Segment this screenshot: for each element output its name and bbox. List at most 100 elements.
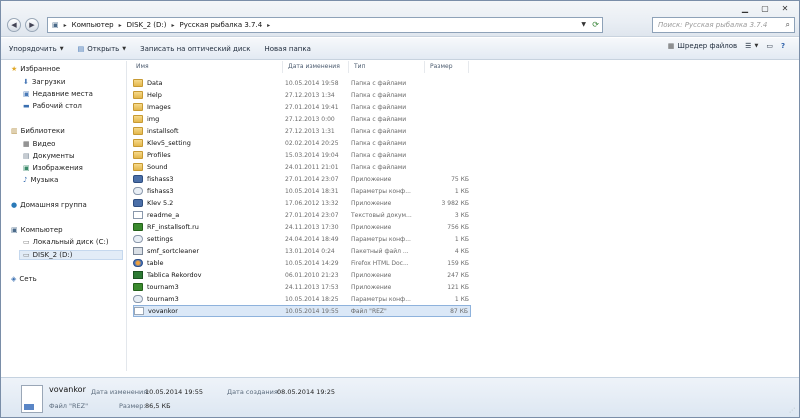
table-row[interactable]: Data 10.05.2014 19:58 Папка с файлами [133,77,471,89]
file-date: 10.05.2014 18:25 [285,295,339,303]
open-button[interactable]: ▤ Открыть ▼ [78,45,126,53]
table-row[interactable]: Klev 5.2 17.06.2012 13:32 Приложение 3 982 … [133,197,471,209]
breadcrumb-disk[interactable]: DISK_2 (D:) [127,21,167,29]
table-row[interactable]: installsoft 27.12.2013 1:31 Папка с файлам… [133,125,471,137]
table-row[interactable]: smf_sortcleaner 13.01.2014 0:24 Пакетный ф… [133,245,471,257]
preview-pane-button[interactable]: ▭ [766,42,773,50]
file-name-cell: tournam3 [133,295,285,303]
minimize-icon[interactable]: ▁ [735,1,755,15]
nav-libraries[interactable]: ▥ Библиотеки [11,127,65,135]
breadcrumb-computer[interactable]: Компьютер [72,21,114,29]
file-size: 3 982 КБ [441,199,469,207]
search-input[interactable]: Поиск: Русская рыбалка 3.7.4 ⌕ [652,17,795,33]
table-row[interactable]: Images 27.01.2014 19:41 Папка с файлами [133,101,471,113]
table-row[interactable]: img 27.12.2013 0:00 Папка с файлами [133,113,471,125]
column-header-date[interactable]: Дата изменения [283,61,349,73]
nav-favorites[interactable]: ★ Избранное [11,65,60,73]
file-icon [133,295,143,303]
help-icon: ? [780,42,785,50]
details-size-value: 86,5 КБ [145,402,171,410]
table-row[interactable]: table 10.05.2014 14:29 Firefox HTML Doc...… [133,257,471,269]
documents-icon: ▤ [23,152,30,160]
nav-computer[interactable]: ▣ Компьютер [11,226,63,234]
address-bar[interactable]: ▣ ▸ Компьютер ▸ DISK_2 (D:) ▸ Русская ры… [47,17,603,33]
details-size-label: Размер: [119,402,146,410]
nav-item-video[interactable]: ▦ Видео [23,140,55,148]
table-row[interactable]: Klev5_setting 02.02.2014 20:25 Папка с фай… [133,137,471,149]
maximize-icon[interactable]: ▢ [755,1,775,15]
address-dropdown-icon[interactable]: ▼ [581,21,586,28]
details-created-value: 08.05.2014 19:25 [277,388,336,396]
burn-button[interactable]: Записать на оптический диск [140,45,250,53]
network-icon: ◈ [11,275,17,283]
file-name-cell: Klev5_setting [133,139,285,147]
breadcrumb-folder[interactable]: Русская рыбалка 3.7.4 [180,21,263,29]
file-icon [133,235,143,243]
table-row[interactable]: settings 24.04.2014 18:49 Параметры конф..… [133,233,471,245]
nav-item-label: Недавние места [32,90,93,98]
organize-button[interactable]: Упорядочить ▼ [9,45,64,53]
forward-button[interactable]: ▶ [25,18,39,32]
organize-label: Упорядочить [9,44,57,53]
nav-item-downloads[interactable]: ⬇ Загрузки [23,78,65,86]
new-folder-button[interactable]: Новая папка [265,45,311,53]
resize-grip-icon[interactable]: ⋰ [789,407,795,414]
file-name-cell: img [133,115,285,123]
column-header-size[interactable]: Размер [425,61,469,73]
table-row[interactable]: vovankor 10.05.2014 19:55 Файл "REZ" 87 КБ [133,305,471,317]
table-row[interactable]: tournam3 10.05.2014 18:25 Параметры конф..… [133,293,471,305]
nav-favorites-label: Избранное [20,65,61,73]
computer-icon: ▣ [11,226,18,234]
table-row[interactable]: readme_a 27.01.2014 23:07 Текстовый докум.… [133,209,471,221]
recent-places-icon: ▣ [23,90,30,98]
file-name: readme_a [147,211,180,219]
search-icon[interactable]: ⌕ [786,20,790,30]
file-type: Пакетный файл ... [351,247,409,255]
table-row[interactable]: tournam3 24.11.2013 17:53 Приложение 121 КБ [133,281,471,293]
column-header-name[interactable]: Имя [131,61,283,73]
file-date: 10.05.2014 18:31 [285,187,339,195]
nav-item-label: Загрузки [31,78,66,86]
table-row[interactable]: fishass3 27.01.2014 23:07 Приложение 75 КБ [133,173,471,185]
nav-item-pictures[interactable]: ▣ Изображения [23,164,83,172]
file-icon [133,175,143,183]
file-name: settings [147,235,173,243]
file-date: 24.11.2013 17:30 [285,223,339,231]
crumb-separator-icon[interactable]: ▸ [119,22,122,29]
table-row[interactable]: Sound 24.01.2011 21:01 Папка с файлами [133,161,471,173]
column-header-type[interactable]: Тип [349,61,425,73]
help-button[interactable]: ? [781,42,785,50]
table-row[interactable]: fishass3 10.05.2014 18:31 Параметры конф..… [133,185,471,197]
back-button[interactable]: ◀ [7,18,21,32]
table-row[interactable]: RF_installsoft.ru 24.11.2013 17:30 Приложе… [133,221,471,233]
details-created-label: Дата создания: [227,388,280,396]
file-large-icon [21,385,43,413]
nav-item-music[interactable]: ♪ Музыка [23,176,58,184]
search-placeholder: Поиск: Русская рыбалка 3.7.4 [658,21,768,29]
file-type: Firefox HTML Doc... [351,259,409,267]
chevron-down-icon: ▼ [59,45,64,52]
close-icon[interactable]: ✕ [775,1,795,15]
file-size: 1 КБ [454,295,469,303]
nav-network[interactable]: ◈ Сеть [11,275,37,283]
shredder-button[interactable]: ▦ Шредер файлов [668,42,737,50]
file-icon [133,211,143,219]
crumb-separator-icon[interactable]: ▸ [267,22,270,29]
nav-item-documents[interactable]: ▤ Документы [23,152,75,160]
crumb-separator-icon[interactable]: ▸ [172,22,175,29]
refresh-icon[interactable]: ⟳ [592,20,599,29]
table-row[interactable]: Help 27.12.2013 1:34 Папка с файлами [133,89,471,101]
nav-item-recent[interactable]: ▣ Недавние места [23,90,93,98]
table-row[interactable]: Profiles 15.03.2014 19:04 Папка с файлами [133,149,471,161]
nav-item-desktop[interactable]: ▬ Рабочий стол [23,102,82,110]
view-options-button[interactable]: ☰ ▼ [745,42,758,50]
music-icon: ♪ [23,176,28,184]
file-date: 27.12.2013 1:31 [285,127,335,135]
table-row[interactable]: Tablica Rekordov 06.01.2010 21:23 Приложен… [133,269,471,281]
crumb-separator-icon[interactable]: ▸ [64,22,67,29]
nav-item-drive-d[interactable]: ▭ DISK_2 (D:) [19,250,123,260]
nav-item-drive-c[interactable]: ▭ Локальный диск (C:) [23,238,109,246]
folder-icon [133,91,143,99]
nav-homegroup[interactable]: ● Домашняя группа [11,201,87,209]
file-type: Папка с файлами [351,139,407,147]
